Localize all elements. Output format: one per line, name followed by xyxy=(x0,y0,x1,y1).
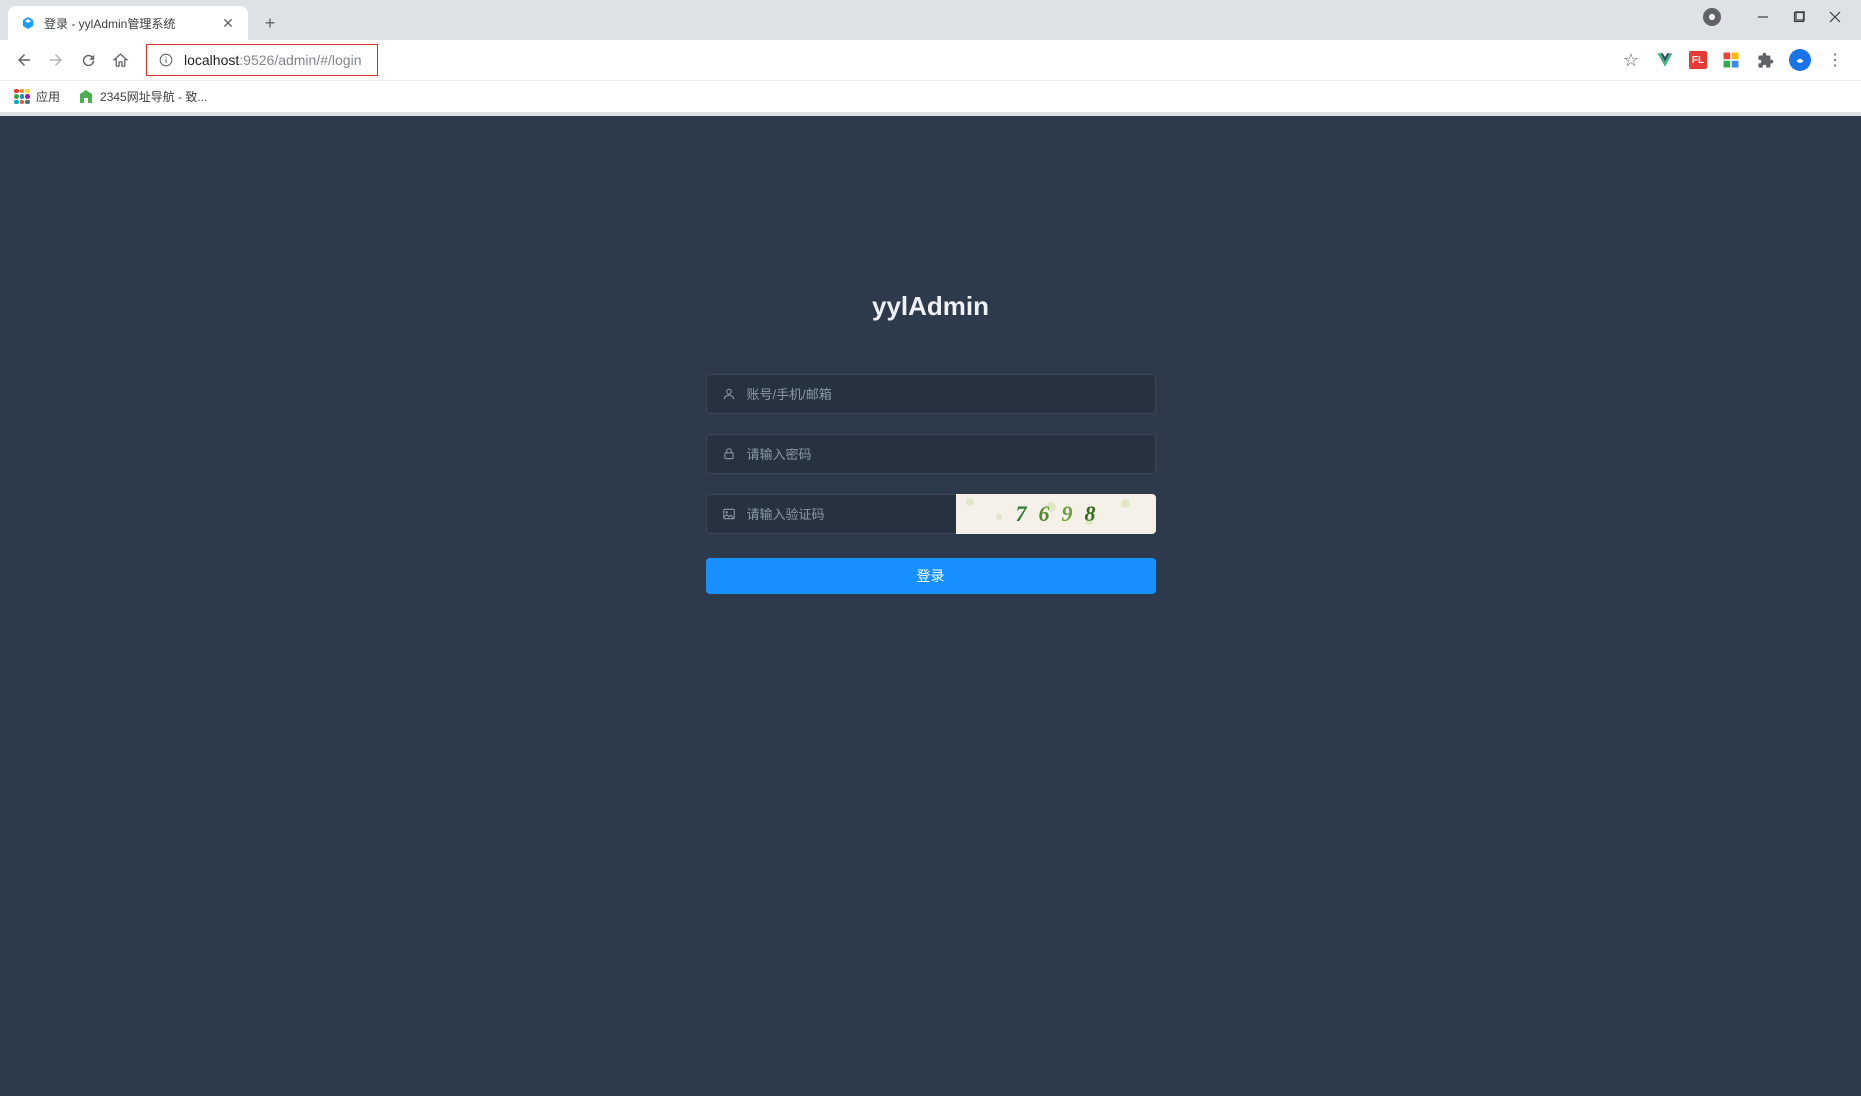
browser-tab[interactable]: 登录 - yylAdmin管理系统 ✕ xyxy=(8,6,248,40)
home-button[interactable] xyxy=(106,46,134,74)
password-row xyxy=(706,434,1156,474)
tab-favicon-icon xyxy=(20,15,36,31)
captcha-image[interactable]: 7698 xyxy=(956,494,1156,534)
address-bar-row: localhost:9526/admin/#/login ☆ FL ⋮ xyxy=(0,40,1861,80)
apps-grid-icon xyxy=(14,89,30,105)
login-form: 7698 登录 xyxy=(706,374,1156,594)
extension-red-icon[interactable]: FL xyxy=(1689,51,1707,69)
url-host: localhost xyxy=(184,52,239,68)
bookmark-star-icon[interactable]: ☆ xyxy=(1621,50,1641,70)
back-button[interactable] xyxy=(10,46,38,74)
close-window-button[interactable] xyxy=(1821,3,1849,31)
toolbar-icons: ☆ FL ⋮ xyxy=(1621,49,1851,71)
nav2345-bookmark[interactable]: 2345网址导航 - 致... xyxy=(78,88,207,105)
window-controls xyxy=(1703,0,1861,40)
tab-close-icon[interactable]: ✕ xyxy=(220,15,236,31)
vue-devtools-icon[interactable] xyxy=(1655,50,1675,70)
captcha-input[interactable] xyxy=(747,495,942,533)
apps-bookmark[interactable]: 应用 xyxy=(14,88,60,105)
url-path: /admin/#/login xyxy=(274,52,361,68)
bookmarks-bar: 应用 2345网址导航 - 致... xyxy=(0,80,1861,112)
login-page: yylAdmin xyxy=(0,116,1861,1096)
browser-chrome: 登录 - yylAdmin管理系统 ✕ + xyxy=(0,0,1861,116)
url-text: localhost:9526/admin/#/login xyxy=(184,52,361,68)
extensions-puzzle-icon[interactable] xyxy=(1755,50,1775,70)
extension-google-icon[interactable] xyxy=(1721,50,1741,70)
username-input[interactable] xyxy=(747,375,1141,413)
forward-button[interactable] xyxy=(42,46,70,74)
chrome-menu-icon[interactable]: ⋮ xyxy=(1825,50,1845,70)
nav2345-favicon-icon xyxy=(78,89,94,105)
new-tab-button[interactable]: + xyxy=(256,9,284,37)
url-port: :9526 xyxy=(239,52,274,68)
tab-bar: 登录 - yylAdmin管理系统 ✕ + xyxy=(0,0,1861,40)
minimize-button[interactable] xyxy=(1749,3,1777,31)
apps-bookmark-label: 应用 xyxy=(36,88,60,105)
username-row xyxy=(706,374,1156,414)
tab-title: 登录 - yylAdmin管理系统 xyxy=(44,15,175,32)
password-input[interactable] xyxy=(747,435,1141,473)
address-bar[interactable]: localhost:9526/admin/#/login xyxy=(146,46,1609,74)
account-indicator-icon[interactable] xyxy=(1703,8,1721,26)
user-icon xyxy=(721,386,737,402)
reload-button[interactable] xyxy=(74,46,102,74)
maximize-button[interactable] xyxy=(1785,3,1813,31)
captcha-row: 7698 xyxy=(706,494,1156,534)
login-button[interactable]: 登录 xyxy=(706,558,1156,594)
site-info-icon[interactable] xyxy=(158,52,174,68)
image-icon xyxy=(721,506,737,522)
page-title: yylAdmin xyxy=(872,291,989,322)
lock-icon xyxy=(721,446,737,462)
nav2345-bookmark-label: 2345网址导航 - 致... xyxy=(100,88,207,105)
profile-avatar-icon[interactable] xyxy=(1789,49,1811,71)
